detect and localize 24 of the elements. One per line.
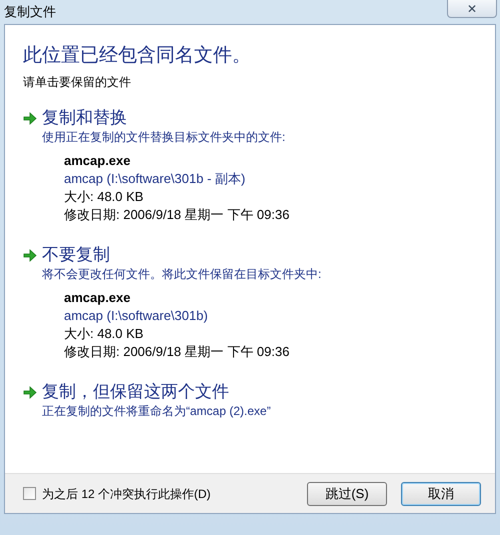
file-location: amcap (I:\software\301b - 副本) bbox=[64, 170, 246, 188]
file-name: amcap.exe bbox=[64, 152, 130, 170]
option-link[interactable]: 复制和替换 bbox=[23, 107, 127, 129]
window-title: 复制文件 bbox=[4, 3, 56, 21]
modified-date: 修改日期: 2006/9/18 星期一 下午 09:36 bbox=[64, 343, 290, 361]
arrow-icon bbox=[23, 386, 37, 398]
arrow-icon bbox=[23, 112, 37, 124]
option-description: 使用正在复制的文件替换目标文件夹中的文件: bbox=[42, 129, 286, 146]
option-description: 将不会更改任何文件。将此文件保留在目标文件夹中: bbox=[42, 266, 322, 283]
file-location: amcap (I:\software\301b) bbox=[64, 307, 208, 325]
modified-date: 修改日期: 2006/9/18 星期一 下午 09:36 bbox=[64, 206, 290, 224]
file-size: 大小: 48.0 KB bbox=[64, 325, 144, 343]
dialog-button[interactable]: 跳过(S) bbox=[307, 482, 387, 506]
apply-all-checkbox[interactable]: 为之后 12 个冲突执行此操作(D) bbox=[23, 484, 211, 502]
option-link[interactable]: 不要复制 bbox=[23, 244, 110, 266]
instruction-text: 请单击要保留的文件 bbox=[23, 74, 131, 91]
close-button[interactable]: ✕ bbox=[447, 0, 497, 18]
file-size: 大小: 48.0 KB bbox=[64, 188, 144, 206]
dialog-heading: 此位置已经包含同名文件。 bbox=[23, 44, 251, 68]
dialog-button[interactable]: 取消 bbox=[401, 482, 481, 506]
arrow-icon bbox=[23, 248, 37, 262]
file-name: amcap.exe bbox=[64, 289, 130, 307]
option-description: 正在复制的文件将重命名为“amcap (2).exe” bbox=[42, 403, 271, 420]
option-link[interactable]: 复制，但保留这两个文件 bbox=[23, 381, 229, 403]
